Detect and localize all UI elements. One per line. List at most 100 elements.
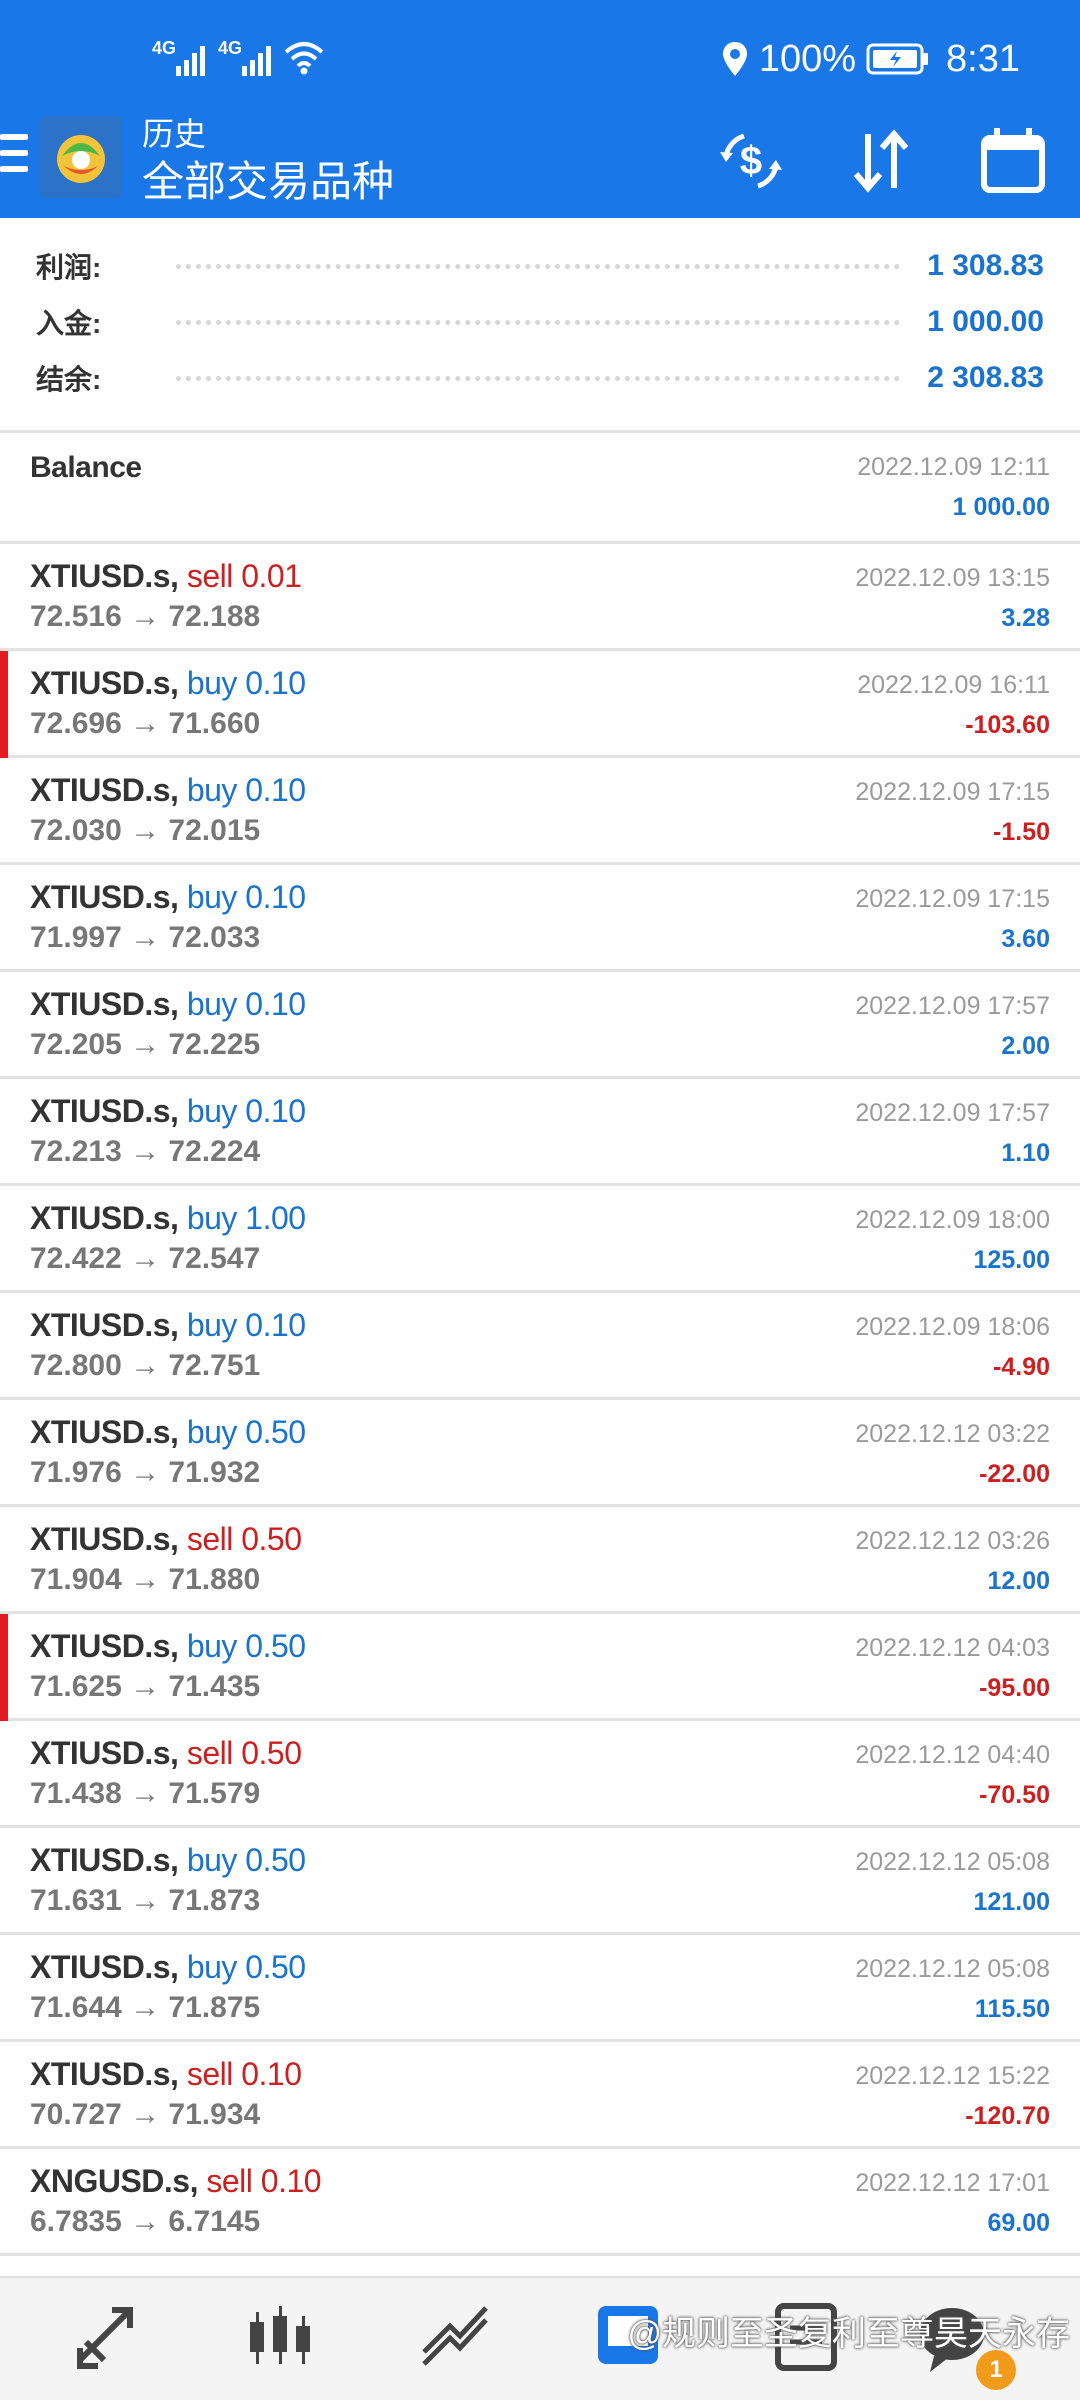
trade-symbol-name: XTIUSD.s,	[30, 772, 179, 808]
trade-symbol-name: XTIUSD.s,	[30, 1093, 179, 1129]
trade-profit: 125.00	[973, 1246, 1050, 1274]
trade-prices: 71.631 → 71.873	[30, 1884, 261, 1917]
dotted-leader	[176, 319, 900, 325]
trade-row[interactable]: XTIUSD.s, buy 0.10 72.696 → 71.660 2022.12…	[0, 651, 1080, 758]
trade-symbol: XTIUSD.s, sell 0.50	[30, 1521, 302, 1558]
trade-symbol: XTIUSD.s, buy 0.50	[30, 1949, 306, 1986]
trade-prices: 71.438 → 71.579	[30, 1777, 261, 1810]
trade-time: 2022.12.09 17:15	[855, 778, 1050, 806]
summary-row-balance: 结余: 2 308.83	[36, 350, 1044, 406]
trade-time: 2022.12.12 17:01	[855, 2169, 1050, 2197]
trade-symbol: XTIUSD.s, buy 0.50	[30, 1414, 306, 1451]
trade-profit: -1.50	[993, 818, 1050, 846]
toolbar: 历史 全部交易品种 $	[0, 108, 1080, 218]
trade-side-volume: sell 0.10	[206, 2163, 322, 2199]
trade-prices: 72.205 → 72.225	[30, 1028, 261, 1061]
trade-profit: -22.00	[979, 1460, 1050, 1488]
trade-symbol: XTIUSD.s, buy 0.10	[30, 1307, 306, 1344]
trade-row[interactable]: XTIUSD.s, buy 0.50 71.976 → 71.932 2022.12…	[0, 1400, 1080, 1507]
trade-time: 2022.12.09 17:15	[855, 885, 1050, 913]
trade-prices: 72.516 → 72.188	[30, 600, 261, 633]
trade-symbol-name: XTIUSD.s,	[30, 1414, 179, 1450]
balance-entry-time: 2022.12.09 12:11	[857, 453, 1050, 481]
bottom-navigation: @规则至圣复利至尊昊天永存	[0, 2276, 1080, 2400]
trade-profit: 3.28	[1001, 604, 1050, 632]
balance-label: 结余:	[36, 364, 102, 395]
trade-symbol-name: XTIUSD.s,	[30, 1521, 179, 1557]
currency-exchange-icon[interactable]: $	[716, 126, 786, 196]
trade-row[interactable]: XTIUSD.s, buy 1.00 72.422 → 72.547 2022.12…	[0, 1186, 1080, 1293]
chart-icon[interactable]	[240, 2298, 320, 2378]
trade-profit: -95.00	[979, 1674, 1050, 1702]
trade-profit: -103.60	[965, 711, 1050, 739]
svg-text:$: $	[740, 139, 762, 183]
trade-symbol-name: XTIUSD.s,	[30, 1842, 179, 1878]
trade-symbol: XTIUSD.s, buy 0.10	[30, 986, 306, 1023]
trade-time: 2022.12.12 15:22	[855, 2062, 1050, 2090]
trade-row[interactable]: XTIUSD.s, buy 0.50 71.631 → 71.873 2022.12…	[0, 1828, 1080, 1935]
trade-row[interactable]: XTIUSD.s, buy 0.10 71.997 → 72.033 2022.12…	[0, 865, 1080, 972]
trade-row[interactable]: XTIUSD.s, buy 0.50 71.644 → 71.875 2022.12…	[0, 1935, 1080, 2042]
trade-row[interactable]: XNGUSD.s, sell 0.10 6.7835 → 6.7145 2022.1…	[0, 2149, 1080, 2256]
signal-bars-icon	[242, 46, 271, 76]
trade-side-volume: buy 0.10	[186, 665, 306, 701]
trade-prices: 70.727 → 71.934	[30, 2098, 261, 2131]
trade-time: 2022.12.12 03:22	[855, 1420, 1050, 1448]
trade-time: 2022.12.09 13:15	[855, 564, 1050, 592]
trade-profit: 1.10	[1001, 1139, 1050, 1167]
trade-time: 2022.12.09 16:11	[857, 671, 1050, 699]
page-subtitle: 历史	[142, 116, 207, 152]
trade-time: 2022.12.09 17:57	[855, 992, 1050, 1020]
trade-profit: 12.00	[987, 1567, 1050, 1595]
page-title[interactable]: 全部交易品种	[142, 156, 394, 208]
trade-symbol: XTIUSD.s, sell 0.10	[30, 2056, 302, 2093]
trade-side-volume: sell 0.01	[186, 558, 302, 594]
trade-time: 2022.12.12 05:08	[855, 1955, 1050, 1983]
trade-icon[interactable]	[416, 2298, 496, 2378]
quotes-icon[interactable]	[68, 2298, 148, 2378]
trade-side-volume: buy 1.00	[186, 1200, 306, 1236]
trade-row[interactable]: XTIUSD.s, buy 0.50 71.625 → 71.435 2022.12…	[0, 1614, 1080, 1721]
balance-value: 2 308.83	[927, 361, 1044, 394]
trade-row[interactable]: XTIUSD.s, sell 0.01 72.516 → 72.188 2022.1…	[0, 544, 1080, 651]
trade-row[interactable]: XTIUSD.s, buy 0.10 72.205 → 72.225 2022.12…	[0, 972, 1080, 1079]
trade-symbol-name: XTIUSD.s,	[30, 2056, 179, 2092]
title-block: 历史 全部交易品种	[142, 108, 394, 208]
wifi-icon	[284, 42, 324, 75]
trade-symbol: XTIUSD.s, buy 0.50	[30, 1842, 306, 1879]
trade-symbol-name: XTIUSD.s,	[30, 1628, 179, 1664]
trade-side-volume: buy 0.50	[186, 1949, 306, 1985]
balance-entry-amount: 1 000.00	[952, 493, 1050, 521]
app-logo	[40, 116, 122, 198]
trade-time: 2022.12.12 03:26	[855, 1527, 1050, 1555]
app-header: 4G 4G 100% 8:31 历史 全部交易品种 $	[0, 0, 1080, 218]
trade-row[interactable]: XTIUSD.s, buy 0.10 72.030 → 72.015 2022.12…	[0, 758, 1080, 865]
profit-value: 1 308.83	[927, 249, 1044, 282]
trade-row[interactable]: XTIUSD.s, buy 0.10 72.800 → 72.751 2022.12…	[0, 1293, 1080, 1400]
trade-time: 2022.12.12 05:08	[855, 1848, 1050, 1876]
deposit-value: 1 000.00	[927, 305, 1044, 338]
trade-side-volume: buy 0.50	[186, 1842, 306, 1878]
trade-symbol: XTIUSD.s, sell 0.01	[30, 558, 302, 595]
trade-symbol: XTIUSD.s, buy 0.10	[30, 665, 306, 702]
trade-prices: 72.696 → 71.660	[30, 707, 261, 740]
trade-time: 2022.12.12 04:40	[855, 1741, 1050, 1769]
battery-charging-icon	[866, 42, 930, 76]
trade-prices: 72.030 → 72.015	[30, 814, 261, 847]
trade-row[interactable]: XTIUSD.s, sell 0.50 71.438 → 71.579 2022.1…	[0, 1721, 1080, 1828]
status-right-group: 100% 8:31	[711, 34, 1020, 84]
trade-symbol-name: XTIUSD.s,	[30, 558, 179, 594]
clock: 8:31	[946, 37, 1020, 80]
battery-percent: 100%	[758, 37, 857, 80]
signal-bars-icon	[176, 46, 205, 76]
trade-row[interactable]: XTIUSD.s, sell 0.50 71.904 → 71.880 2022.1…	[0, 1507, 1080, 1614]
menu-icon[interactable]	[0, 134, 28, 186]
calendar-icon[interactable]	[978, 126, 1048, 196]
trade-symbol: XTIUSD.s, buy 0.10	[30, 1093, 306, 1130]
trade-symbol: XTIUSD.s, buy 0.50	[30, 1628, 306, 1665]
trade-rows: XTIUSD.s, sell 0.01 72.516 → 72.188 2022.1…	[0, 544, 1080, 2256]
sort-icon[interactable]	[846, 126, 916, 196]
trade-row[interactable]: XTIUSD.s, sell 0.10 70.727 → 71.934 2022.1…	[0, 2042, 1080, 2149]
trade-row[interactable]: XTIUSD.s, buy 0.10 72.213 → 72.224 2022.12…	[0, 1079, 1080, 1186]
balance-entry-row[interactable]: Balance 2022.12.09 12:11 1 000.00	[0, 433, 1080, 544]
